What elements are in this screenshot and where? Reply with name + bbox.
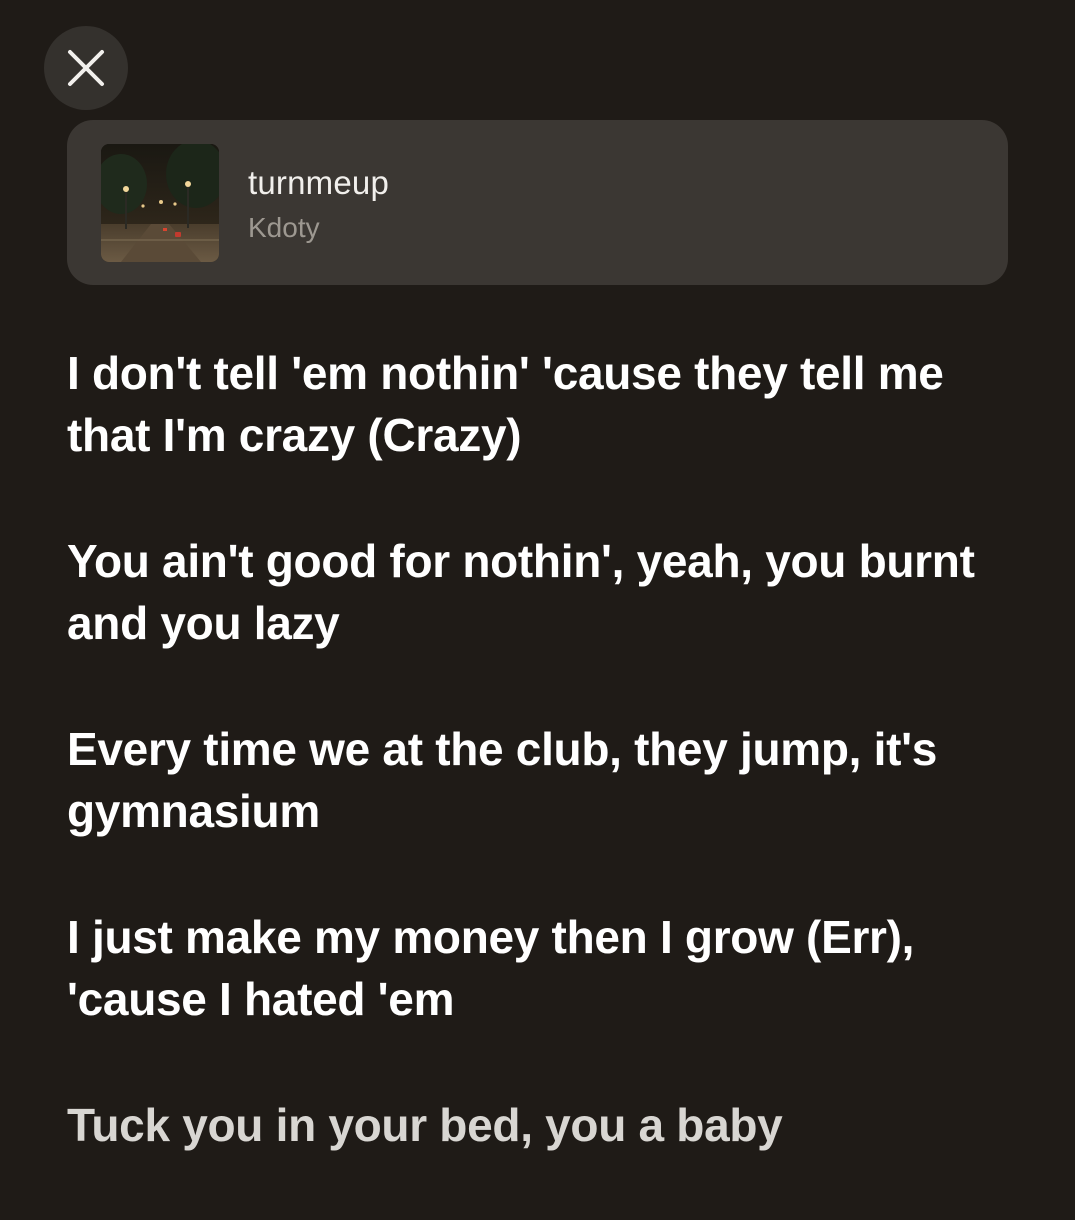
- close-icon: [66, 48, 106, 88]
- album-artwork: [101, 144, 219, 262]
- lyric-line[interactable]: Tuck you in your bed, you a baby: [67, 1094, 1017, 1156]
- lyrics-panel: I don't tell 'em nothin' 'cause they tel…: [67, 342, 1017, 1220]
- track-card[interactable]: turnmeup Kdoty: [67, 120, 1008, 285]
- close-button[interactable]: [44, 26, 128, 110]
- lyric-line[interactable]: You ain't good for nothin', yeah, you bu…: [67, 530, 1017, 654]
- track-title: turnmeup: [248, 164, 390, 201]
- lyric-line[interactable]: I just make my money then I grow (Err), …: [67, 906, 1017, 1030]
- track-artist[interactable]: Kdoty: [248, 212, 320, 244]
- lyric-line[interactable]: Every time we at the club, they jump, it…: [67, 718, 1017, 842]
- lyric-line[interactable]: I don't tell 'em nothin' 'cause they tel…: [67, 342, 1017, 466]
